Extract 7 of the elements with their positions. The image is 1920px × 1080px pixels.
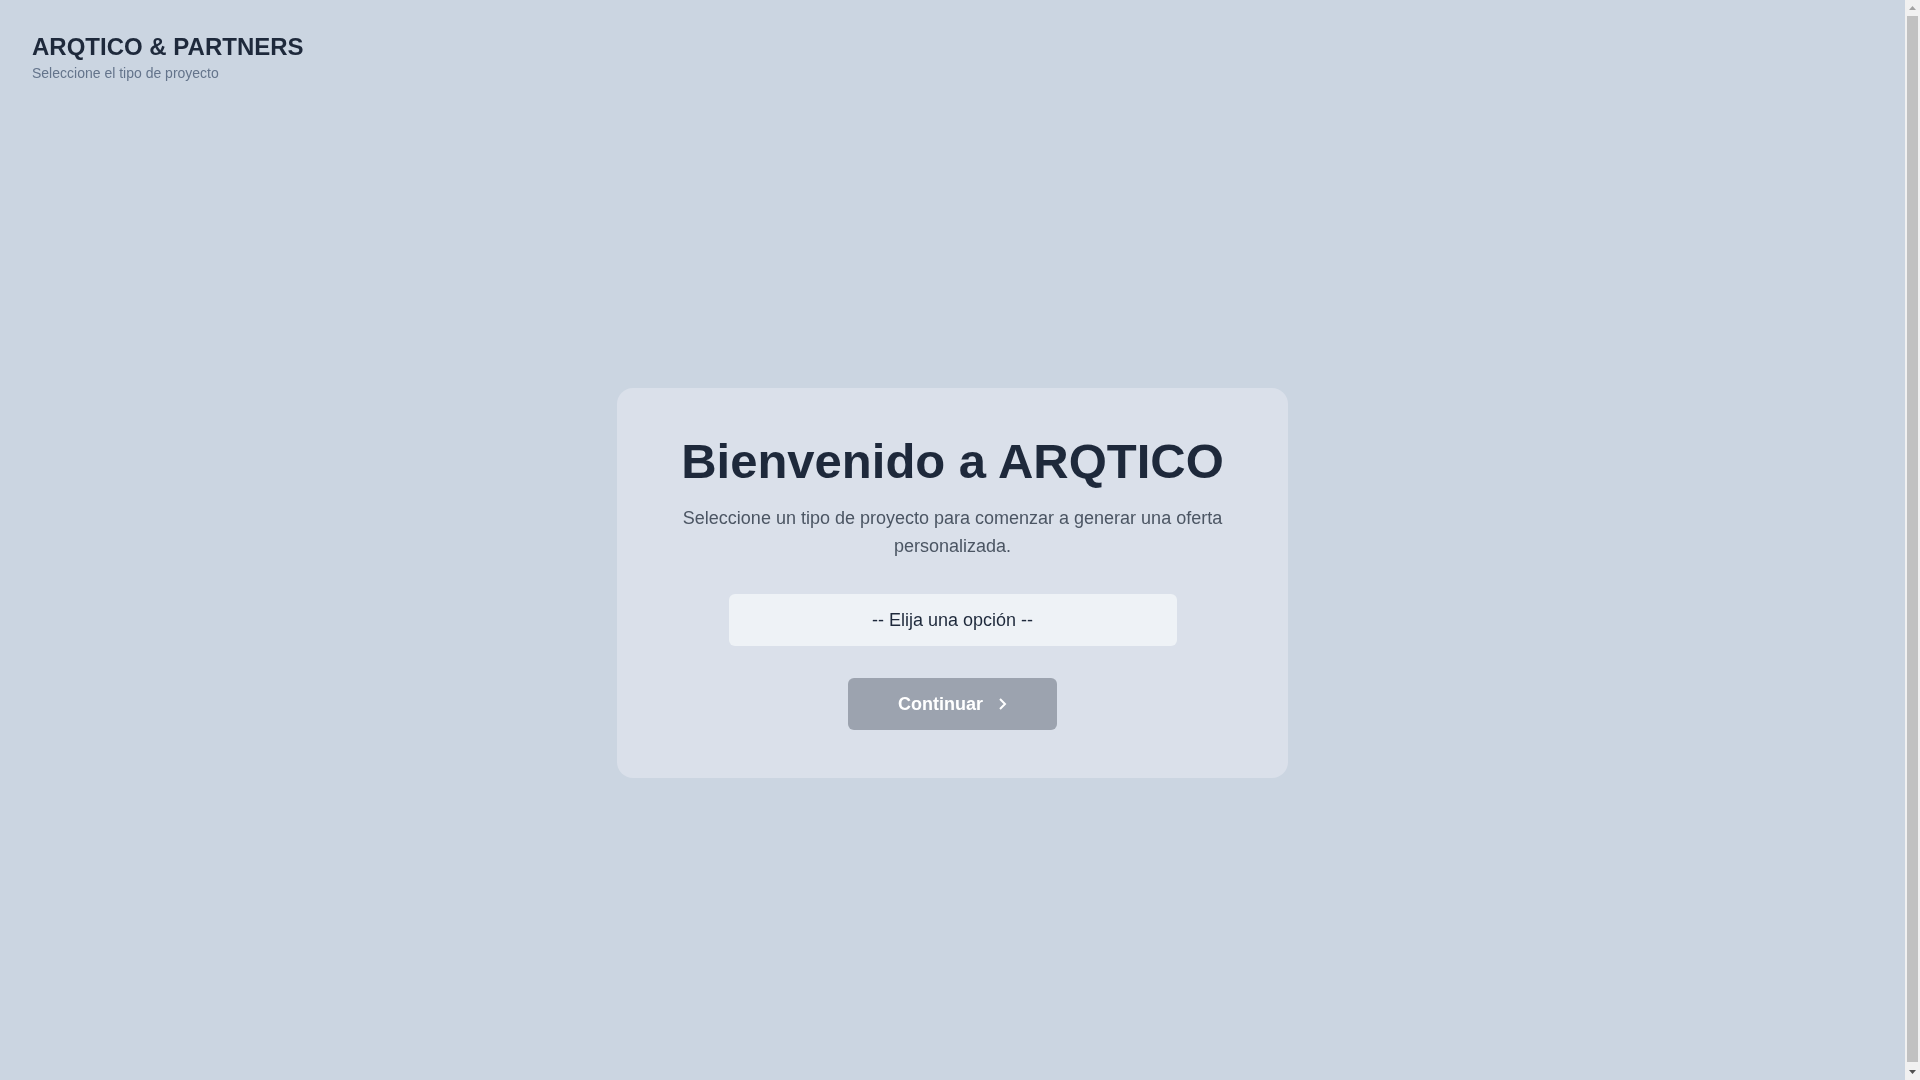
brand-title: ARQTICO & PARTNERS [32,33,304,61]
scrollbar[interactable] [1905,0,1920,1080]
project-type-select[interactable]: -- Elija una opción -- [728,594,1177,646]
welcome-description: Seleccione un tipo de proyecto para comenzar a generar una oferta personalizada. [681,507,1224,558]
header-subtitle: Seleccione el tipo de proyecto [32,65,219,81]
chevron-right-icon [997,697,1007,711]
welcome-title: Bienvenido a ARQTICO [681,433,1224,490]
